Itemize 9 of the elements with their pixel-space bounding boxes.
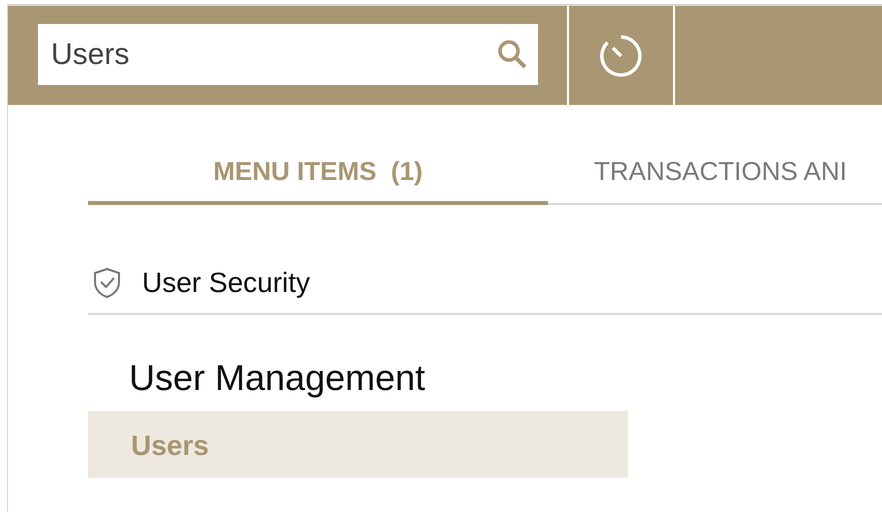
group-title: User Security xyxy=(142,267,310,299)
shield-check-icon xyxy=(92,267,122,299)
tab[interactable]: MENU ITEMS (1) xyxy=(88,144,548,205)
search-icon[interactable] xyxy=(496,38,528,70)
tab[interactable]: TRANSACTIONS ANI xyxy=(548,144,847,203)
section-title: User Management xyxy=(128,356,426,400)
timer-icon[interactable] xyxy=(599,34,643,78)
search-field[interactable]: Users xyxy=(38,24,538,85)
menu-item[interactable]: Users xyxy=(88,411,628,478)
